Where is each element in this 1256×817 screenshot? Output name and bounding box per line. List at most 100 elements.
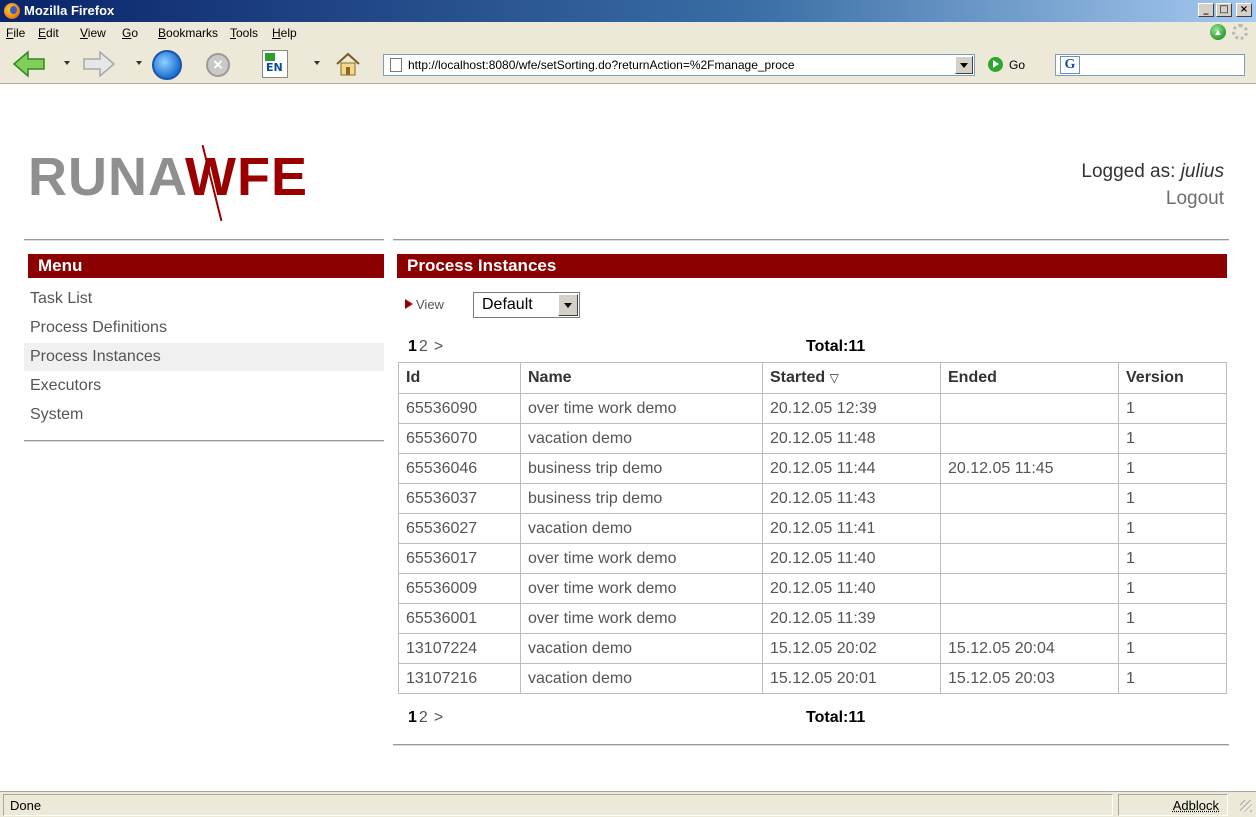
search-input[interactable]: G — [1055, 54, 1245, 76]
adblock-button[interactable]: Adblock — [1118, 794, 1228, 816]
cell-id[interactable]: 65536009 — [398, 573, 521, 604]
google-icon[interactable]: G — [1060, 56, 1080, 74]
stop-icon[interactable]: × — [206, 53, 230, 77]
table-row[interactable]: 65536037 business trip demo 20.12.05 11:43… — [398, 483, 1227, 514]
column-header-id[interactable]: Id — [398, 362, 521, 394]
column-header-name[interactable]: Name — [520, 362, 763, 394]
language-icon[interactable]: EN — [262, 50, 288, 78]
menu-bookmarks[interactable]: Bookmarks — [158, 26, 218, 40]
cell-name[interactable]: business trip demo — [520, 483, 763, 514]
cell-id[interactable]: 65536046 — [398, 453, 521, 484]
table-row[interactable]: 65536090 over time work demo 20.12.05 12:3… — [398, 393, 1227, 424]
sidebar-item-task-list[interactable]: Task List — [24, 285, 384, 313]
cell-started[interactable]: 15.12.05 20:02 — [762, 633, 941, 664]
maximize-button[interactable]: □ — [1216, 3, 1232, 17]
menu-go[interactable]: Go — [122, 26, 138, 40]
page-link-2[interactable]: 2 — [419, 338, 428, 355]
logout-link[interactable]: Logout — [1081, 185, 1224, 212]
table-row[interactable]: 13107224 vacation demo 15.12.05 20:02 15.12… — [398, 633, 1227, 664]
table-row[interactable]: 65536070 vacation demo 20.12.05 11:48 1 — [398, 423, 1227, 454]
sidebar-item-process-instances[interactable]: Process Instances — [24, 343, 384, 371]
forward-arrow-icon[interactable] — [82, 50, 116, 78]
menu-view[interactable]: View — [80, 26, 106, 40]
cell-name[interactable]: over time work demo — [520, 543, 763, 574]
cell-version[interactable]: 1 — [1118, 663, 1227, 694]
column-header-ended[interactable]: Ended — [940, 362, 1119, 394]
table-row[interactable]: 65536017 over time work demo 20.12.05 11:4… — [398, 543, 1227, 574]
table-row[interactable]: 65536001 over time work demo 20.12.05 11:3… — [398, 603, 1227, 634]
cell-started[interactable]: 20.12.05 11:44 — [762, 453, 941, 484]
cell-started[interactable]: 20.12.05 11:40 — [762, 543, 941, 574]
address-dropdown-button[interactable] — [955, 56, 973, 74]
back-arrow-icon[interactable] — [12, 50, 46, 78]
forward-dropdown-icon[interactable] — [136, 61, 142, 65]
cell-version[interactable]: 1 — [1118, 573, 1227, 604]
cell-ended[interactable]: 15.12.05 20:03 — [940, 663, 1119, 694]
cell-id[interactable]: 65536017 — [398, 543, 521, 574]
close-button[interactable]: × — [1236, 3, 1252, 17]
menu-edit[interactable]: Edit — [38, 26, 59, 40]
table-row[interactable]: 65536009 over time work demo 20.12.05 11:4… — [398, 573, 1227, 604]
cell-id[interactable]: 13107216 — [398, 663, 521, 694]
cell-ended[interactable]: 15.12.05 20:04 — [940, 633, 1119, 664]
cell-ended[interactable] — [940, 543, 1119, 574]
page-link-2[interactable]: 2 — [419, 709, 428, 726]
cell-ended[interactable] — [940, 573, 1119, 604]
table-row[interactable]: 65536046 business trip demo 20.12.05 11:44… — [398, 453, 1227, 484]
cell-name[interactable]: over time work demo — [520, 603, 763, 634]
view-select[interactable]: Default — [473, 292, 580, 318]
cell-started[interactable]: 15.12.05 20:01 — [762, 663, 941, 694]
cell-name[interactable]: over time work demo — [520, 393, 763, 424]
cell-started[interactable]: 20.12.05 11:41 — [762, 513, 941, 544]
cell-ended[interactable]: 20.12.05 11:45 — [940, 453, 1119, 484]
cell-ended[interactable] — [940, 603, 1119, 634]
cell-ended[interactable] — [940, 483, 1119, 514]
update-icon[interactable]: ▲ — [1210, 24, 1226, 40]
resize-grip-icon[interactable] — [1240, 800, 1252, 812]
address-text[interactable]: http://localhost:8080/wfe/setSorting.do?… — [408, 58, 946, 72]
window-titlebar[interactable]: Mozilla Firefox _ □ × — [0, 0, 1256, 22]
sidebar-item-system[interactable]: System — [24, 401, 384, 429]
cell-id[interactable]: 65536070 — [398, 423, 521, 454]
column-header-started[interactable]: Started ▽ — [762, 362, 941, 394]
cell-ended[interactable] — [940, 513, 1119, 544]
cell-version[interactable]: 1 — [1118, 483, 1227, 514]
reload-icon[interactable] — [152, 50, 182, 80]
cell-name[interactable]: business trip demo — [520, 453, 763, 484]
cell-version[interactable]: 1 — [1118, 633, 1227, 664]
language-dropdown-icon[interactable] — [314, 61, 320, 65]
cell-name[interactable]: vacation demo — [520, 663, 763, 694]
page-next-link[interactable]: > — [434, 338, 443, 355]
column-header-version[interactable]: Version — [1118, 362, 1227, 394]
cell-id[interactable]: 65536027 — [398, 513, 521, 544]
cell-version[interactable]: 1 — [1118, 513, 1227, 544]
cell-version[interactable]: 1 — [1118, 423, 1227, 454]
cell-name[interactable]: vacation demo — [520, 423, 763, 454]
chevron-down-icon[interactable] — [558, 294, 578, 316]
sidebar-item-process-definitions[interactable]: Process Definitions — [24, 314, 384, 342]
go-button[interactable]: Go — [988, 57, 1025, 72]
cell-id[interactable]: 65536001 — [398, 603, 521, 634]
cell-version[interactable]: 1 — [1118, 453, 1227, 484]
cell-version[interactable]: 1 — [1118, 543, 1227, 574]
cell-version[interactable]: 1 — [1118, 393, 1227, 424]
cell-ended[interactable] — [940, 393, 1119, 424]
menu-help[interactable]: Help — [272, 26, 297, 40]
table-row[interactable]: 13107216 vacation demo 15.12.05 20:01 15.12… — [398, 663, 1227, 694]
cell-ended[interactable] — [940, 423, 1119, 454]
cell-started[interactable]: 20.12.05 11:40 — [762, 573, 941, 604]
home-icon[interactable] — [334, 51, 362, 77]
menu-file[interactable]: File — [6, 26, 25, 40]
cell-started[interactable]: 20.12.05 11:39 — [762, 603, 941, 634]
cell-name[interactable]: vacation demo — [520, 513, 763, 544]
address-bar[interactable]: http://localhost:8080/wfe/setSorting.do?… — [383, 54, 975, 76]
table-row[interactable]: 65536027 vacation demo 20.12.05 11:41 1 — [398, 513, 1227, 544]
page-next-link[interactable]: > — [434, 709, 443, 726]
cell-started[interactable]: 20.12.05 12:39 — [762, 393, 941, 424]
cell-version[interactable]: 1 — [1118, 603, 1227, 634]
minimize-button[interactable]: _ — [1198, 3, 1214, 17]
sidebar-item-executors[interactable]: Executors — [24, 372, 384, 400]
cell-name[interactable]: vacation demo — [520, 633, 763, 664]
cell-name[interactable]: over time work demo — [520, 573, 763, 604]
back-dropdown-icon[interactable] — [64, 61, 70, 65]
